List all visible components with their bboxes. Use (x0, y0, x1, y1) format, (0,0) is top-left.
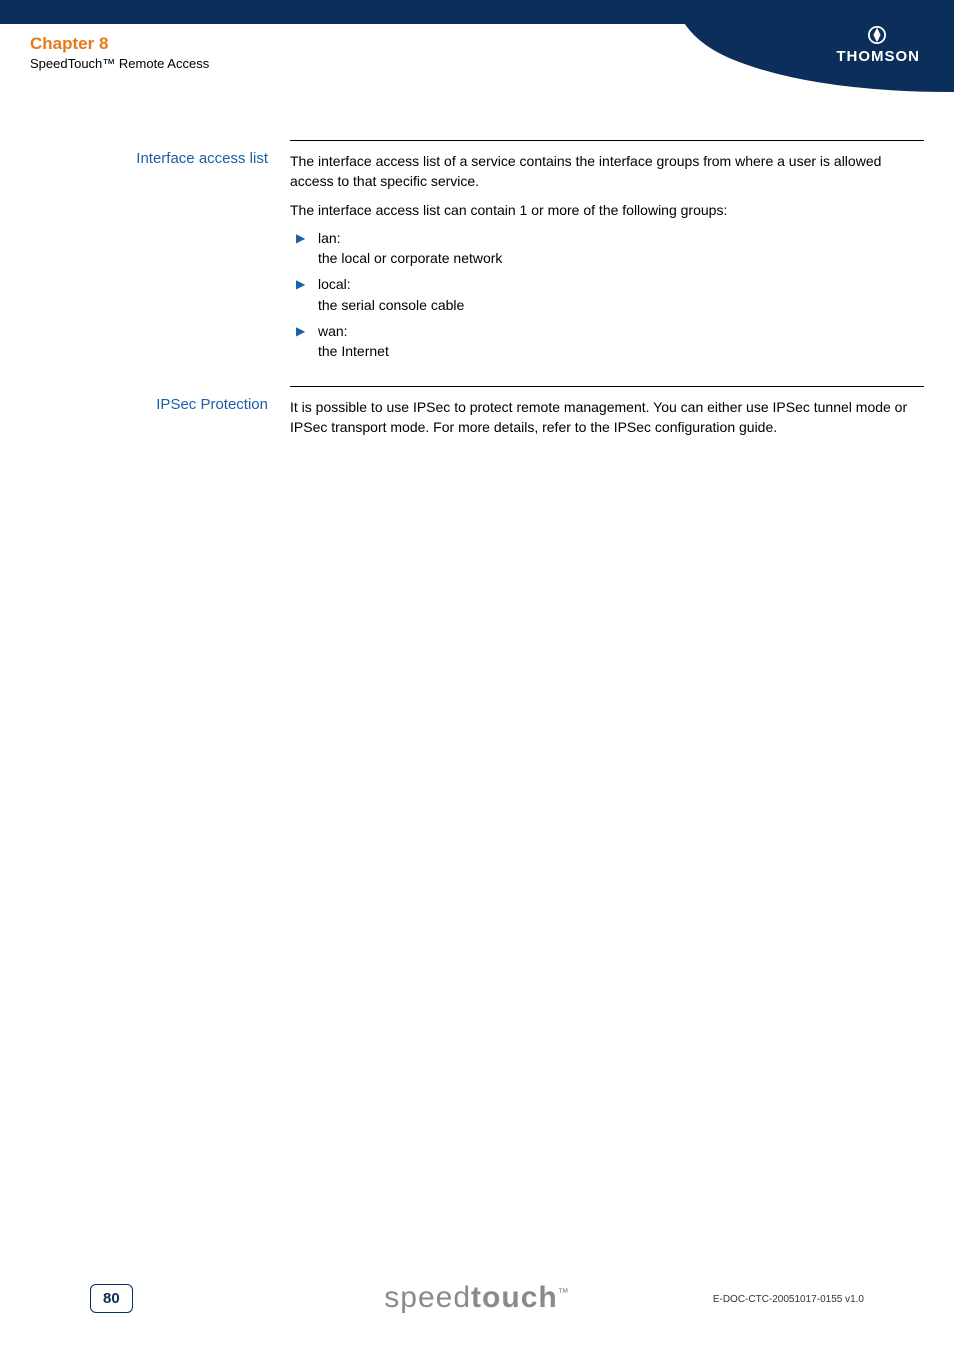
thomson-logo-icon (868, 26, 886, 44)
section-paragraph: The interface access list of a service c… (290, 151, 924, 192)
list-item: ▶ local: the serial console cable (290, 274, 924, 315)
page-number: 80 (90, 1284, 133, 1313)
list-item: ▶ wan: the Internet (290, 321, 924, 362)
list-item: ▶ lan: the local or corporate network (290, 228, 924, 269)
section-ipsec-protection: IPSec Protection It is possible to use I… (30, 386, 924, 446)
page-footer: 80 speedtouch™ E-DOC-CTC-20051017-0155 v… (0, 1263, 954, 1323)
group-list: ▶ lan: the local or corporate network ▶ … (290, 228, 924, 362)
triangle-bullet-icon: ▶ (290, 228, 318, 269)
section-body: It is possible to use IPSec to protect r… (290, 386, 924, 446)
section-paragraph: It is possible to use IPSec to protect r… (290, 397, 924, 438)
list-item-text: local: the serial console cable (318, 274, 924, 315)
section-interface-access-list: Interface access list The interface acce… (30, 140, 924, 368)
group-name: lan: (318, 230, 341, 246)
brand-badge: THOMSON (614, 0, 954, 92)
group-name: wan: (318, 323, 348, 339)
logo-part-light: speed (384, 1281, 471, 1314)
document-id: E-DOC-CTC-20051017-0155 v1.0 (713, 1294, 864, 1305)
triangle-bullet-icon: ▶ (290, 321, 318, 362)
list-item-text: lan: the local or corporate network (318, 228, 924, 269)
speedtouch-logo: speedtouch™ (384, 1281, 569, 1315)
brand-name: THOMSON (836, 48, 920, 65)
chapter-subtitle: SpeedTouch™ Remote Access (30, 56, 209, 71)
logo-tm: ™ (558, 1287, 570, 1299)
section-heading: IPSec Protection (30, 386, 290, 446)
section-heading: Interface access list (30, 140, 290, 368)
main-content: Interface access list The interface acce… (30, 140, 924, 463)
chapter-title: Chapter 8 (30, 34, 209, 54)
page-header: Chapter 8 SpeedTouch™ Remote Access (30, 34, 209, 71)
group-desc: the Internet (318, 343, 389, 359)
triangle-bullet-icon: ▶ (290, 274, 318, 315)
section-body: The interface access list of a service c… (290, 140, 924, 368)
list-item-text: wan: the Internet (318, 321, 924, 362)
logo-part-bold: touch (471, 1281, 558, 1314)
section-paragraph: The interface access list can contain 1 … (290, 200, 924, 220)
group-desc: the local or corporate network (318, 250, 502, 266)
group-name: local: (318, 276, 351, 292)
group-desc: the serial console cable (318, 297, 464, 313)
